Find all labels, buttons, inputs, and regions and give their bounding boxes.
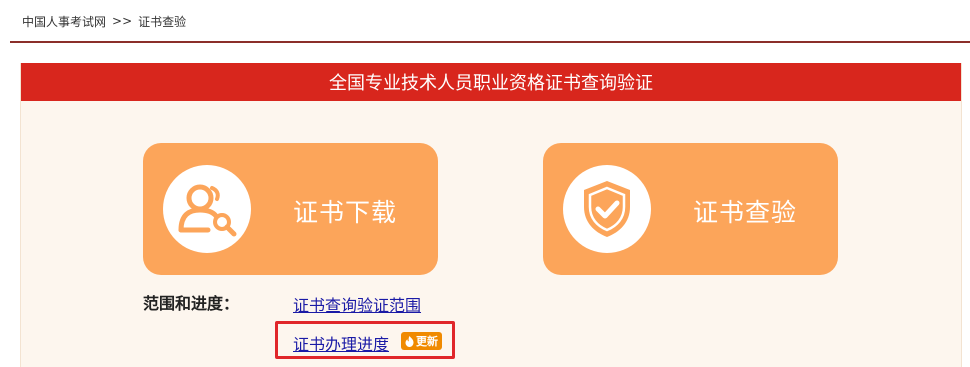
certificate-download-button[interactable]: 证书下载 [143, 143, 438, 275]
processing-progress-link[interactable]: 证书办理进度 [293, 331, 389, 355]
verification-scope-link[interactable]: 证书查询验证范围 [293, 292, 421, 316]
panel-title: 全国专业技术人员职业资格证书查询验证 [21, 63, 961, 101]
update-badge-label: 更新 [416, 335, 438, 348]
certificate-verify-button[interactable]: 证书查验 [543, 143, 838, 275]
breadcrumb-separator: >> [112, 14, 133, 28]
certificate-panel: 全国专业技术人员职业资格证书查询验证 证书下载 证书查验 范围和进度： 证书查询… [20, 63, 962, 367]
breadcrumb-home-link[interactable]: 中国人事考试网 [22, 13, 106, 30]
breadcrumb: 中国人事考试网 >> 证书查验 [22, 12, 186, 30]
certificate-verify-label: 证书查验 [693, 198, 798, 227]
flame-icon [405, 335, 414, 347]
header-divider [10, 41, 970, 43]
certificate-download-label: 证书下载 [293, 198, 398, 227]
shield-check-icon [563, 165, 651, 253]
scope-progress-heading: 范围和进度： [143, 294, 240, 313]
user-search-icon [163, 165, 251, 253]
update-badge: 更新 [401, 332, 442, 350]
breadcrumb-current: 证书查验 [138, 14, 187, 29]
